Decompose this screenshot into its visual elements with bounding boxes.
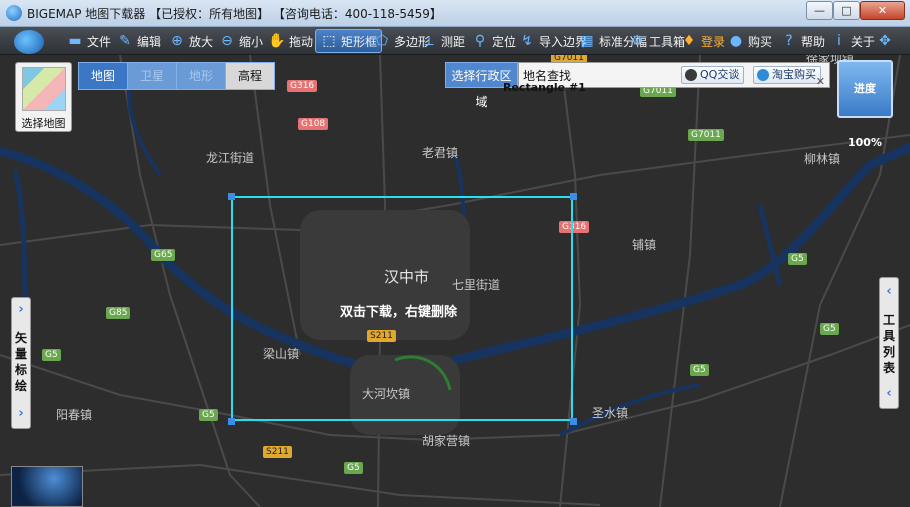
- location-pin-icon: ⚲: [474, 33, 486, 49]
- rectangle-select-icon: ⬚: [322, 33, 336, 49]
- toolbar-help-button[interactable]: ? 帮助: [780, 29, 825, 53]
- grid-sheet-icon: ▦: [580, 33, 594, 49]
- toolbar-expand-button[interactable]: ✥: [876, 29, 894, 53]
- resize-handle-bottom-right[interactable]: [570, 418, 577, 425]
- road-shield: G85: [106, 307, 131, 319]
- road-shield: G5: [690, 364, 709, 376]
- move-arrows-icon: ✥: [879, 33, 891, 49]
- taobao-buy-button[interactable]: 淘宝购买: [753, 66, 821, 84]
- taobao-icon: [757, 69, 769, 81]
- road-shield: G5: [42, 349, 61, 361]
- vector-drawing-label: 矢量标绘: [14, 331, 27, 393]
- toolbar-measure-button[interactable]: ⟂ 测距: [420, 29, 465, 53]
- qq-chat-button[interactable]: QQ交谈: [681, 66, 745, 84]
- place-label: 阳春镇: [56, 408, 93, 422]
- edit-icon: ✎: [119, 33, 131, 49]
- globe-logo-icon: [14, 30, 44, 54]
- toolbar-buy-button[interactable]: ● 购买: [727, 29, 772, 53]
- road-shield: G5: [788, 253, 807, 265]
- tool-list-label: 工具列表: [882, 313, 895, 375]
- map-type-tabs: 地图 卫星 地形 高程: [78, 62, 276, 90]
- toolbar-file-button[interactable]: ▬ 文件: [66, 29, 111, 53]
- road-shield: S211: [263, 446, 292, 458]
- toolbar-pan-button[interactable]: ✋ 拖动: [268, 29, 313, 53]
- globe-minimap[interactable]: [11, 466, 83, 507]
- hand-icon: ✋: [268, 33, 286, 49]
- tool-list-tab[interactable]: ‹ 工具列表 ‹: [879, 277, 899, 409]
- map-thumbnail-icon: [22, 67, 66, 111]
- app-logo-icon: [6, 5, 22, 21]
- toolbar-about-button[interactable]: i 关于: [830, 29, 875, 53]
- toolbar-toolbox-button[interactable]: ⚙ 工具箱: [628, 29, 685, 53]
- road-shield: G5: [199, 409, 218, 421]
- road-shield: G316: [287, 80, 318, 92]
- resize-handle-top-right[interactable]: [570, 193, 577, 200]
- road-shield: G7011: [688, 129, 724, 141]
- tab-map[interactable]: 地图: [79, 63, 129, 89]
- zoom-in-icon: ⊕: [171, 33, 183, 49]
- tab-elevation[interactable]: 高程: [226, 63, 275, 89]
- maximize-button[interactable]: □: [833, 1, 860, 20]
- toolbar-edit-button[interactable]: ✎ 编辑: [116, 29, 161, 53]
- place-label: 柳林镇: [804, 152, 841, 166]
- vector-drawing-tab[interactable]: › 矢量标绘 ›: [11, 297, 31, 429]
- toolbar-rectangle-button[interactable]: ⬚ 矩形框: [315, 29, 383, 53]
- main-toolbar: ▬ 文件 ✎ 编辑 ⊕ 放大 ⊖ 缩小 ✋ 拖动 ⬚ 矩形框 ⬠ 多边形 ⟂ 测距 ⚲ 定位 ↯ 导…: [0, 27, 910, 55]
- resize-handle-top-left[interactable]: [228, 193, 235, 200]
- select-map-button[interactable]: 选择地图: [15, 62, 72, 132]
- place-label: 老君镇: [422, 146, 459, 160]
- zoom-out-icon: ⊖: [221, 33, 233, 49]
- tab-satellite[interactable]: 卫星: [128, 63, 178, 89]
- toolbar-login-button[interactable]: ♦ 登录: [680, 29, 725, 53]
- toolbar-locate-button[interactable]: ⚲ 定位: [471, 29, 516, 53]
- resize-handle-bottom-left[interactable]: [228, 418, 235, 425]
- toolbar-zoom-out-button[interactable]: ⊖ 缩小: [218, 29, 263, 53]
- minimize-button[interactable]: —: [806, 1, 833, 20]
- selection-hint: 双击下载，右键删除: [340, 305, 458, 320]
- road-shield: G65: [151, 249, 176, 261]
- cart-icon: ●: [729, 33, 743, 49]
- road-shield: G5: [344, 462, 363, 474]
- road-shield: G108: [298, 118, 329, 130]
- toolbar-zoom-in-button[interactable]: ⊕ 放大: [168, 29, 213, 53]
- window-title: BIGEMAP 地图下载器 【已授权：所有地图】 【咨询电话：400-118-5…: [27, 7, 442, 21]
- import-boundary-icon: ↯: [521, 33, 533, 49]
- select-map-label: 选择地图: [21, 117, 66, 130]
- close-button[interactable]: ✕: [860, 1, 905, 20]
- chevron-left-icon: ‹: [886, 386, 892, 401]
- tab-terrain[interactable]: 地形: [177, 63, 227, 89]
- chevron-left-icon: ‹: [886, 284, 892, 299]
- folder-icon: ▬: [68, 33, 82, 49]
- place-label: 龙江街道: [206, 151, 255, 165]
- clear-search-icon[interactable]: ✕: [816, 75, 825, 88]
- place-label: 铺镇: [632, 238, 657, 252]
- place-label: 胡家营镇: [422, 434, 471, 448]
- road-shield: G5: [820, 323, 839, 335]
- chevron-right-icon: ›: [18, 302, 24, 317]
- qq-icon: [685, 69, 697, 81]
- place-label: 圣水镇: [592, 406, 629, 420]
- map-canvas[interactable]: 汉中市 七里街道 老君镇 龙江街道 柳林镇 铺镇 梁山镇 大河坎镇 阳春镇 圣水…: [0, 55, 910, 507]
- chevron-right-icon: ›: [18, 406, 24, 421]
- polygon-icon: ⬠: [375, 33, 389, 49]
- rectangle-name-label: Rectangle #1: [503, 81, 586, 94]
- help-icon: ?: [785, 33, 793, 49]
- login-icon: ♦: [682, 33, 696, 49]
- info-icon: i: [837, 33, 841, 49]
- title-bar: BIGEMAP 地图下载器 【已授权：所有地图】 【咨询电话：400-118-5…: [0, 0, 910, 27]
- ruler-icon: ⟂: [424, 33, 434, 49]
- toolbar-import-boundary-button[interactable]: ↯ 导入边界: [518, 29, 587, 53]
- toolbox-icon: ⚙: [630, 33, 644, 49]
- progress-button[interactable]: 进度100%: [837, 60, 893, 149]
